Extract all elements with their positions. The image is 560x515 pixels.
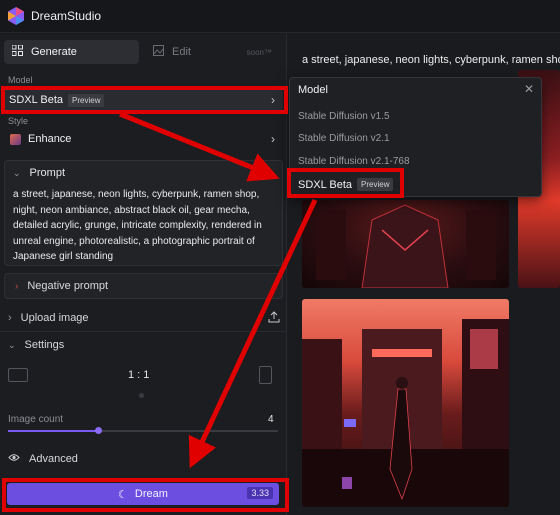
style-selected-value: Enhance <box>28 133 72 145</box>
prompt-label: Prompt <box>29 167 66 179</box>
negative-prompt-label: Negative prompt <box>27 280 109 292</box>
negative-prompt-section[interactable]: › Negative prompt <box>4 273 283 299</box>
image-count-slider-fill <box>8 430 99 432</box>
portrait-aspect-icon[interactable] <box>259 366 272 384</box>
aspect-ratio-value: 1 : 1 <box>128 369 150 381</box>
style-select[interactable]: Enhance › <box>4 128 283 150</box>
advanced-label: Advanced <box>29 453 78 465</box>
prompt-header[interactable]: ⌄ Prompt <box>13 167 65 179</box>
highlight-box <box>1 86 288 114</box>
highlight-box <box>287 168 404 198</box>
image-count-value: 4 <box>268 414 274 425</box>
eye-icon <box>8 453 20 465</box>
tab-generate[interactable]: Generate <box>4 40 139 64</box>
model-label: Model <box>8 75 33 85</box>
tab-generate-label: Generate <box>31 46 77 58</box>
grid-icon <box>11 44 23 59</box>
style-thumbnail <box>10 133 21 145</box>
aspect-ratio-slider-knob[interactable] <box>139 393 144 398</box>
landscape-aspect-icon[interactable] <box>8 368 28 382</box>
model-option[interactable]: Stable Diffusion v2.1-768 <box>298 156 410 167</box>
soon-badge: soon™ <box>246 47 272 57</box>
upload-image-row[interactable]: › Upload image <box>8 308 284 328</box>
settings-label: Settings <box>24 339 65 351</box>
generated-image[interactable] <box>302 200 509 288</box>
divider <box>0 331 287 332</box>
image-count-label: Image count <box>8 414 64 425</box>
advanced-toggle[interactable]: Advanced <box>8 451 78 467</box>
upload-icon[interactable] <box>268 310 280 326</box>
edit-image-icon <box>153 45 164 59</box>
highlight-box <box>2 478 289 512</box>
prompt-section: ⌄ Prompt a street, japanese, neon lights… <box>4 160 283 266</box>
settings-header[interactable]: ⌄ Settings <box>8 335 64 355</box>
close-icon[interactable]: ✕ <box>524 82 534 96</box>
tab-edit[interactable]: Edit soon™ <box>145 40 280 64</box>
result-prompt-title: a street, japanese, neon lights, cyberpu… <box>302 54 560 66</box>
dreamstudio-logo-icon <box>6 6 26 26</box>
dropdown-title: Model <box>298 84 328 96</box>
chevron-down-icon: ⌄ <box>8 339 16 350</box>
upload-image-label: Upload image <box>20 312 89 324</box>
chevron-down-icon: ⌄ <box>13 167 21 178</box>
model-option[interactable]: Stable Diffusion v2.1 <box>298 133 390 144</box>
tab-edit-label: Edit <box>172 46 191 58</box>
style-label: Style <box>8 116 29 126</box>
chevron-right-icon: › <box>15 280 19 292</box>
model-option[interactable]: Stable Diffusion v1.5 <box>298 111 390 122</box>
app-name: DreamStudio <box>31 9 102 23</box>
image-count-slider-knob[interactable] <box>95 427 102 434</box>
prompt-textarea[interactable]: a street, japanese, neon lights, cyberpu… <box>13 187 275 265</box>
chevron-right-icon: › <box>271 132 275 146</box>
generated-image[interactable] <box>302 299 509 507</box>
chevron-right-icon: › <box>8 312 12 324</box>
